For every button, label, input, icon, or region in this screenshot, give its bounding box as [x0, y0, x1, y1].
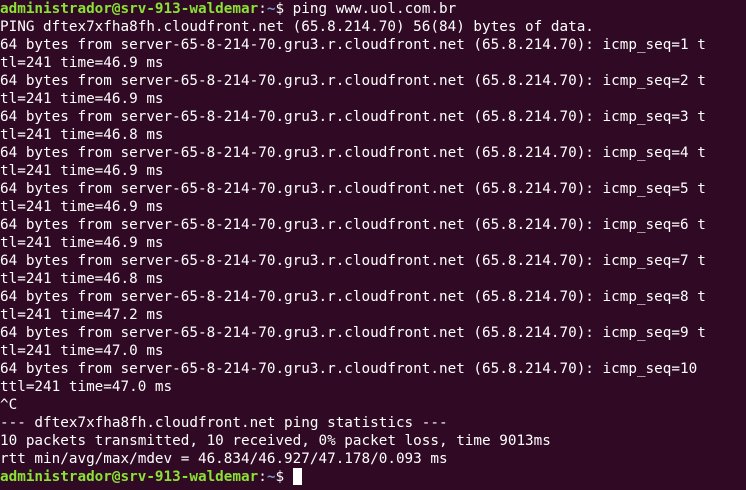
prompt-separator: :: [258, 1, 267, 17]
output-line: tl=241 time=47.2 ms: [0, 307, 164, 323]
output-line: 64 bytes from server-65-8-214-70.gru3.r.…: [0, 73, 706, 89]
output-line: 64 bytes from server-65-8-214-70.gru3.r.…: [0, 325, 706, 341]
output-line: tl=241 time=46.9 ms: [0, 163, 164, 179]
terminal-window[interactable]: administrador@srv-913-waldemar:~$ ping w…: [0, 0, 746, 490]
output-line: tl=241 time=46.8 ms: [0, 271, 164, 287]
output-line: 64 bytes from server-65-8-214-70.gru3.r.…: [0, 253, 706, 269]
output-line: ttl=241 time=47.0 ms: [0, 379, 173, 395]
output-line: ^C: [0, 397, 18, 413]
output-line: tl=241 time=46.9 ms: [0, 199, 164, 215]
output-line: rtt min/avg/max/mdev = 46.834/46.927/47.…: [0, 451, 448, 467]
output-line: PING dftex7xfha8fh.cloudfront.net (65.8.…: [0, 19, 594, 35]
active-prompt-line[interactable]: administrador@srv-913-waldemar:~$: [0, 468, 746, 486]
output-line: 64 bytes from server-65-8-214-70.gru3.r.…: [0, 361, 698, 377]
prompt-symbol: $: [275, 469, 293, 485]
output-line: 64 bytes from server-65-8-214-70.gru3.r.…: [0, 181, 706, 197]
output-line: 10 packets transmitted, 10 received, 0% …: [0, 433, 551, 449]
output-line: tl=241 time=46.9 ms: [0, 91, 164, 107]
prompt-symbol: $: [275, 1, 293, 17]
output-line: 64 bytes from server-65-8-214-70.gru3.r.…: [0, 37, 706, 53]
output-line: 64 bytes from server-65-8-214-70.gru3.r.…: [0, 289, 706, 305]
output-line: --- dftex7xfha8fh.cloudfront.net ping st…: [0, 415, 448, 431]
output-line: tl=241 time=46.9 ms: [0, 55, 164, 71]
output-line: tl=241 time=47.0 ms: [0, 343, 164, 359]
output-line: tl=241 time=46.9 ms: [0, 235, 164, 251]
text-cursor[interactable]: [292, 468, 302, 485]
output-line: tl=241 time=46.8 ms: [0, 127, 164, 143]
command-line: administrador@srv-913-waldemar:~$ ping w…: [0, 0, 746, 18]
prompt-user-host: administrador@srv-913-waldemar: [0, 469, 259, 485]
output-line: 64 bytes from server-65-8-214-70.gru3.r.…: [0, 109, 706, 125]
command-text: ping www.uol.com.br: [292, 1, 457, 17]
output-line: 64 bytes from server-65-8-214-70.gru3.r.…: [0, 145, 706, 161]
output-line: 64 bytes from server-65-8-214-70.gru3.r.…: [0, 217, 706, 233]
prompt-separator: :: [258, 469, 267, 485]
prompt-user-host: administrador@srv-913-waldemar: [0, 1, 259, 17]
